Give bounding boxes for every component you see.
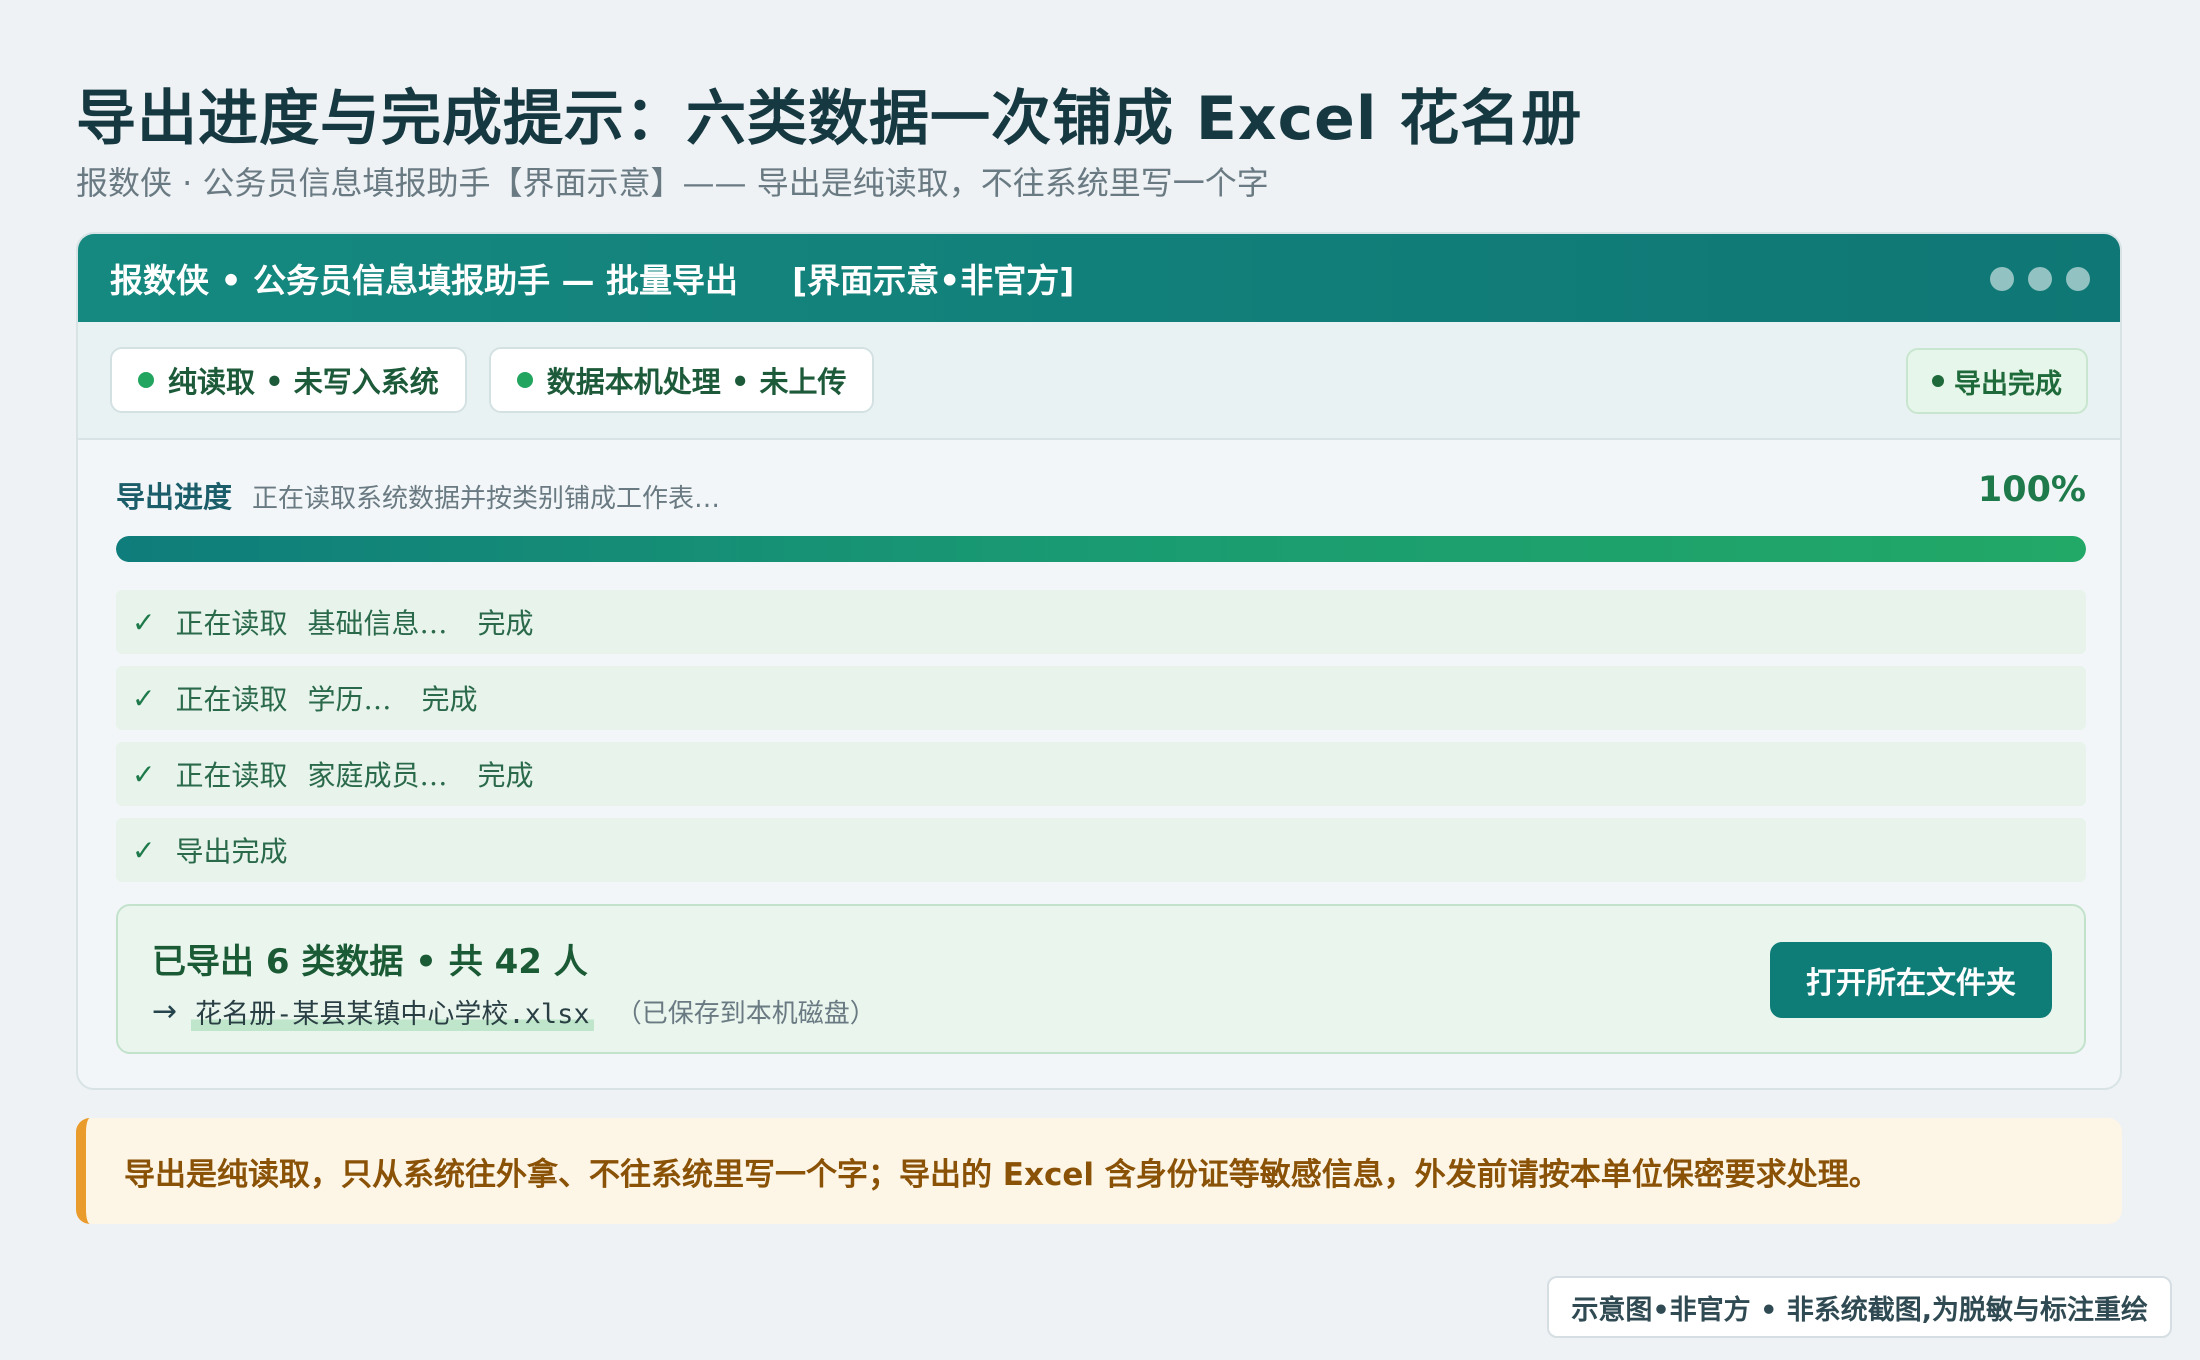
- illustration-disclaimer-badge: 示意图•非官方 • 非系统截图,为脱敏与标注重绘: [1547, 1276, 2172, 1338]
- export-filename: 花名册-某县某镇中心学校.xlsx: [191, 992, 594, 1031]
- step-result: 完成: [477, 759, 534, 792]
- progress-bar-fill: [116, 536, 2086, 562]
- step-target: 家庭成员…: [307, 759, 448, 792]
- window-dot-icon[interactable]: [2028, 267, 2052, 291]
- step-target: 基础信息…: [307, 607, 448, 640]
- step-list: ✓ 正在读取 基础信息… 完成 ✓ 正在读取 学历… 完成 ✓ 正在读取 家庭成…: [116, 590, 2086, 882]
- check-icon: ✓: [132, 681, 156, 715]
- arrow-right-icon: →: [152, 994, 178, 1029]
- status-dot-icon: [138, 372, 154, 388]
- export-file-line: → 花名册-某县某镇中心学校.xlsx （已保存到本机磁盘）: [152, 992, 876, 1031]
- export-done-badge: 导出完成: [1906, 348, 2088, 414]
- progress-header: 导出进度 正在读取系统数据并按类别铺成工作表… 100%: [116, 470, 2086, 524]
- step-item: ✓ 正在读取 基础信息… 完成: [116, 590, 2086, 654]
- disclaimer-text: 示意图•非官方 • 非系统截图,为脱敏与标注重绘: [1571, 1294, 2148, 1326]
- readonly-pill: 纯读取 • 未写入系统: [110, 347, 467, 413]
- check-icon: ✓: [132, 833, 156, 867]
- step-item: ✓ 正在读取 学历… 完成: [116, 666, 2086, 730]
- window-dot-icon[interactable]: [2066, 267, 2090, 291]
- step-item: ✓ 导出完成: [116, 818, 2086, 882]
- status-bar: 纯读取 • 未写入系统 数据本机处理 • 未上传 导出完成: [78, 322, 2120, 440]
- export-summary: 已导出 6 类数据 • 共 42 人: [152, 942, 588, 982]
- open-folder-button[interactable]: 打开所在文件夹: [1770, 942, 2052, 1018]
- local-processing-pill-label: 数据本机处理 • 未上传: [546, 365, 847, 399]
- progress-percent: 100%: [1977, 470, 2086, 510]
- status-dot-icon: [516, 372, 533, 388]
- step-item: ✓ 正在读取 家庭成员… 完成: [116, 742, 2086, 806]
- progress-bar: [116, 536, 2086, 562]
- window-title: 报数侠 • 公务员信息填报助手 — 批量导出: [110, 261, 739, 300]
- readonly-pill-label: 纯读取 • 未写入系统: [168, 365, 439, 399]
- export-done-label: 导出完成: [1954, 368, 2062, 400]
- warning-text: 导出是纯读取，只从系统往外拿、不往系统里写一个字；导出的 Excel 含身份证等…: [124, 1156, 1880, 1193]
- window-titlebar: 报数侠 • 公务员信息填报助手 — 批量导出 [界面示意•非官方]: [78, 234, 2120, 322]
- step-result: 完成: [421, 683, 478, 716]
- window-dot-icon[interactable]: [1990, 267, 2014, 291]
- progress-status-text: 正在读取系统数据并按类别铺成工作表…: [252, 484, 721, 514]
- step-action: 正在读取: [175, 683, 288, 716]
- page-subtitle: 报数侠 · 公务员信息填报助手【界面示意】—— 导出是纯读取，不往系统里写一个字: [76, 164, 1269, 202]
- step-action: 正在读取: [175, 607, 288, 640]
- page-title: 导出进度与完成提示：六类数据一次铺成 Excel 花名册: [76, 84, 1583, 154]
- export-result-panel: 已导出 6 类数据 • 共 42 人 → 花名册-某县某镇中心学校.xlsx （…: [116, 904, 2086, 1054]
- window-tag: [界面示意•非官方]: [792, 261, 1075, 300]
- status-dot-icon: [1932, 375, 1944, 387]
- check-icon: ✓: [132, 757, 156, 791]
- sensitive-data-warning: 导出是纯读取，只从系统往外拿、不往系统里写一个字；导出的 Excel 含身份证等…: [76, 1118, 2122, 1224]
- step-action: 导出完成: [175, 835, 288, 868]
- step-result: 完成: [477, 607, 534, 640]
- local-processing-pill: 数据本机处理 • 未上传: [488, 347, 875, 413]
- progress-label: 导出进度: [116, 480, 233, 514]
- check-icon: ✓: [132, 605, 156, 639]
- window-controls: [1990, 267, 2090, 291]
- progress-section: 导出进度 正在读取系统数据并按类别铺成工作表… 100% ✓ 正在读取 基础信息…: [116, 470, 2086, 894]
- step-target: 学历…: [307, 683, 392, 716]
- export-window: 报数侠 • 公务员信息填报助手 — 批量导出 [界面示意•非官方] 纯读取 • …: [76, 232, 2122, 1090]
- saved-note: （已保存到本机磁盘）: [615, 999, 876, 1029]
- step-action: 正在读取: [175, 759, 288, 792]
